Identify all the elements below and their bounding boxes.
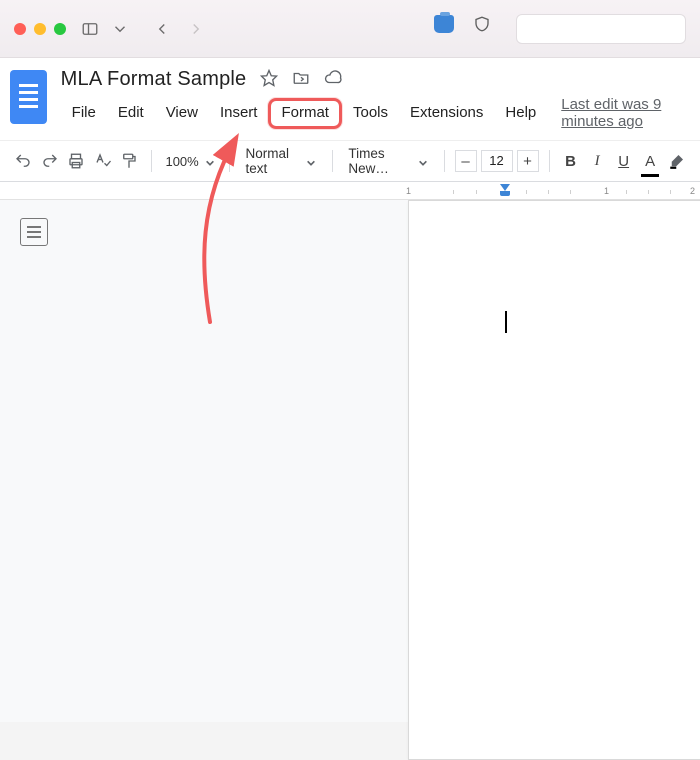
menu-tools[interactable]: Tools (342, 100, 399, 127)
paint-format-button[interactable] (118, 147, 141, 175)
horizontal-ruler[interactable]: 1 1 2 (0, 182, 700, 200)
minimize-window-icon[interactable] (34, 23, 46, 35)
italic-button[interactable]: I (586, 147, 609, 175)
zoom-value: 100% (165, 154, 198, 169)
ruler-tick: 2 (690, 186, 695, 196)
menu-file[interactable]: File (61, 100, 107, 127)
folder-move-icon[interactable] (292, 69, 310, 90)
toolbar: 100% Normal text Times New… – 12 + B I U… (0, 140, 700, 182)
spellcheck-button[interactable] (92, 147, 115, 175)
privacy-shield-icon[interactable] (472, 14, 492, 34)
cloud-saved-icon[interactable] (324, 69, 342, 90)
font-size-input[interactable]: 12 (481, 150, 513, 172)
separator (151, 150, 152, 172)
menu-extensions[interactable]: Extensions (399, 100, 494, 127)
document-workspace: 1 1 2 (0, 182, 700, 722)
menu-format[interactable]: Format (268, 98, 342, 129)
menu-bar: File Edit View Insert Format Tools Exten… (61, 96, 690, 130)
document-outline-button[interactable] (20, 218, 48, 246)
undo-button[interactable] (12, 147, 35, 175)
chevron-down-icon (205, 156, 215, 166)
menu-help[interactable]: Help (494, 100, 547, 127)
separator (549, 150, 550, 172)
nav-forward-button (186, 19, 206, 39)
document-title[interactable]: MLA Format Sample (61, 68, 247, 91)
last-edit-link[interactable]: Last edit was 9 minutes ago (561, 96, 690, 130)
font-label: Times New… (348, 146, 409, 176)
bold-button[interactable]: B (559, 147, 582, 175)
print-button[interactable] (65, 147, 88, 175)
menu-insert[interactable]: Insert (209, 100, 269, 127)
separator (229, 150, 230, 172)
nav-back-button[interactable] (152, 19, 172, 39)
site-info-icon[interactable] (434, 14, 454, 34)
document-page[interactable] (408, 200, 700, 760)
ruler-tick: 1 (604, 186, 609, 196)
paragraph-style-dropdown[interactable]: Normal text (240, 146, 322, 176)
close-window-icon[interactable] (14, 23, 26, 35)
style-label: Normal text (246, 146, 298, 176)
menu-edit[interactable]: Edit (107, 100, 155, 127)
google-docs-logo-icon[interactable] (10, 70, 47, 124)
maximize-window-icon[interactable] (54, 23, 66, 35)
chevron-down-icon[interactable] (110, 19, 130, 39)
increase-font-size-button[interactable]: + (517, 150, 539, 172)
star-icon[interactable] (260, 69, 278, 90)
address-bar[interactable] (516, 14, 686, 44)
zoom-dropdown[interactable]: 100% (161, 154, 218, 169)
chevron-down-icon (418, 156, 428, 166)
text-color-button[interactable]: A (639, 147, 662, 175)
decrease-font-size-button[interactable]: – (455, 150, 477, 172)
menu-view[interactable]: View (155, 100, 209, 127)
left-indent-marker[interactable] (500, 191, 510, 196)
text-cursor (505, 311, 507, 333)
redo-button[interactable] (39, 147, 62, 175)
chevron-down-icon (306, 156, 316, 166)
separator (332, 150, 333, 172)
sidebar-toggle-icon[interactable] (80, 19, 100, 39)
first-line-indent-marker[interactable] (500, 184, 510, 191)
browser-chrome (0, 0, 700, 58)
font-dropdown[interactable]: Times New… (342, 146, 433, 176)
window-traffic-lights[interactable] (14, 23, 66, 35)
highlight-color-button[interactable] (665, 147, 688, 175)
underline-button[interactable]: U (612, 147, 635, 175)
separator (444, 150, 445, 172)
ruler-tick: 1 (406, 186, 411, 196)
